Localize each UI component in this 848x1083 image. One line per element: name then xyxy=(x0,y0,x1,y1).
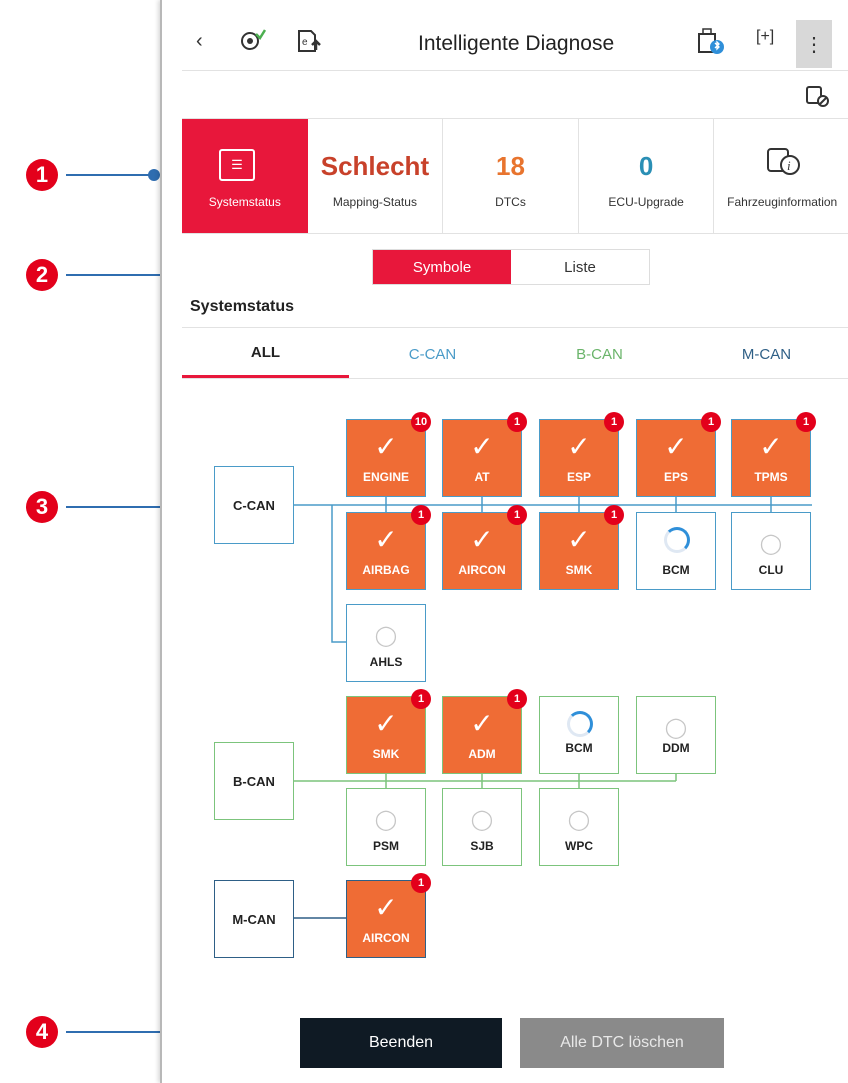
exit-button[interactable]: Beenden xyxy=(300,1018,502,1068)
check-icon: ✓ xyxy=(470,708,494,739)
check-icon: ✓ xyxy=(470,524,494,555)
loading-spinner-icon xyxy=(567,711,593,737)
ecu-node-esp[interactable]: ✓ ESP 1 xyxy=(539,412,624,497)
dtc-count-badge: 1 xyxy=(411,505,431,525)
ecu-name: ESP xyxy=(566,470,591,484)
check-circle-icon: ◯ xyxy=(664,717,688,739)
check-icon: ✓ xyxy=(374,431,398,462)
ecu-node-smk[interactable]: ✓ SMK 1 xyxy=(539,505,624,590)
ecu-name: ENGINE xyxy=(362,470,409,484)
ecu-node-bcm-bcan[interactable]: BCM xyxy=(539,696,619,774)
ecu-node-wpc[interactable]: ◯ WPC xyxy=(539,788,619,866)
callout-2: 2 xyxy=(26,259,58,291)
tablet-screen: ‹ e Intelligente Diagnose [+] ⋮ ☰ System… xyxy=(160,0,848,1083)
ecu-node-bcm[interactable]: BCM xyxy=(636,512,716,590)
check-icon: ✓ xyxy=(374,524,398,555)
callout-1-line xyxy=(66,174,154,176)
ecu-name: SMK xyxy=(372,747,400,761)
ecu-node-aircon[interactable]: ✓ AIRCON 1 xyxy=(442,505,527,590)
ecu-name: SMK xyxy=(565,563,593,577)
ecu-name: PSM xyxy=(372,839,399,853)
ecu-node-psm[interactable]: ◯ PSM xyxy=(346,788,426,866)
check-icon: ✓ xyxy=(759,431,783,462)
ecu-node-ahls[interactable]: ◯ AHLS xyxy=(346,604,426,682)
ecu-node-eps[interactable]: ✓ EPS 1 xyxy=(636,412,721,497)
ecu-node-adm[interactable]: ✓ ADM 1 xyxy=(442,689,527,774)
dtc-count-badge: 1 xyxy=(701,412,721,432)
ecu-node-at[interactable]: ✓ AT 1 xyxy=(442,412,527,497)
ecu-name: SJB xyxy=(470,839,494,853)
ecu-name: WPC xyxy=(565,839,593,853)
dtc-count-badge: 1 xyxy=(507,689,527,709)
ecu-name: BCM xyxy=(662,563,690,577)
ecu-name: ADM xyxy=(468,747,496,761)
dtc-count-badge: 1 xyxy=(411,689,431,709)
dtc-count-badge: 10 xyxy=(411,412,431,432)
bus-b-can[interactable]: B-CAN xyxy=(214,742,294,820)
dtc-count-badge: 1 xyxy=(796,412,816,432)
check-icon: ✓ xyxy=(567,524,591,555)
check-circle-icon: ◯ xyxy=(374,625,398,647)
ecu-node-ddm[interactable]: ◯ DDM xyxy=(636,696,716,774)
check-circle-icon: ◯ xyxy=(567,809,591,831)
ecu-name: DDM xyxy=(662,741,690,755)
ecu-name: AT xyxy=(474,470,490,484)
ecu-name: AHLS xyxy=(369,655,403,669)
dtc-count-badge: 1 xyxy=(507,412,527,432)
ecu-node-engine[interactable]: ✓ ENGINE 10 xyxy=(346,412,431,497)
ecu-name: AIRBAG xyxy=(362,563,410,577)
ecu-node-smk-bcan[interactable]: ✓ SMK 1 xyxy=(346,689,431,774)
check-circle-icon: ◯ xyxy=(759,533,783,555)
ecu-name: BCM xyxy=(565,741,593,755)
clear-all-dtc-button[interactable]: Alle DTC löschen xyxy=(520,1018,724,1068)
check-icon: ✓ xyxy=(470,431,494,462)
callout-1-dot xyxy=(148,169,160,181)
callout-3: 3 xyxy=(26,491,58,523)
dtc-count-badge: 1 xyxy=(604,412,624,432)
ecu-node-clu[interactable]: ◯ CLU xyxy=(731,512,811,590)
ecu-name: TPMS xyxy=(754,470,788,484)
ecu-name: AIRCON xyxy=(362,931,410,945)
check-circle-icon: ◯ xyxy=(470,809,494,831)
ecu-name: AIRCON xyxy=(458,563,506,577)
dtc-count-badge: 1 xyxy=(604,505,624,525)
check-icon: ✓ xyxy=(567,431,591,462)
check-icon: ✓ xyxy=(664,431,688,462)
check-circle-icon: ◯ xyxy=(374,809,398,831)
check-icon: ✓ xyxy=(374,708,398,739)
ecu-node-airbag[interactable]: ✓ AIRBAG 1 xyxy=(346,505,431,590)
dtc-count-badge: 1 xyxy=(411,873,431,893)
bus-m-can[interactable]: M-CAN xyxy=(214,880,294,958)
ecu-node-sjb[interactable]: ◯ SJB xyxy=(442,788,522,866)
check-icon: ✓ xyxy=(374,892,398,923)
ecu-node-tpms[interactable]: ✓ TPMS 1 xyxy=(731,412,816,497)
ecu-node-aircon-mcan[interactable]: ✓ AIRCON 1 xyxy=(346,873,431,958)
dtc-count-badge: 1 xyxy=(507,505,527,525)
ecu-name: EPS xyxy=(663,470,688,484)
callout-1: 1 xyxy=(26,159,58,191)
loading-spinner-icon xyxy=(664,527,690,553)
bus-c-can[interactable]: C-CAN xyxy=(214,466,294,544)
callout-4: 4 xyxy=(26,1016,58,1048)
ecu-name: CLU xyxy=(758,563,784,577)
